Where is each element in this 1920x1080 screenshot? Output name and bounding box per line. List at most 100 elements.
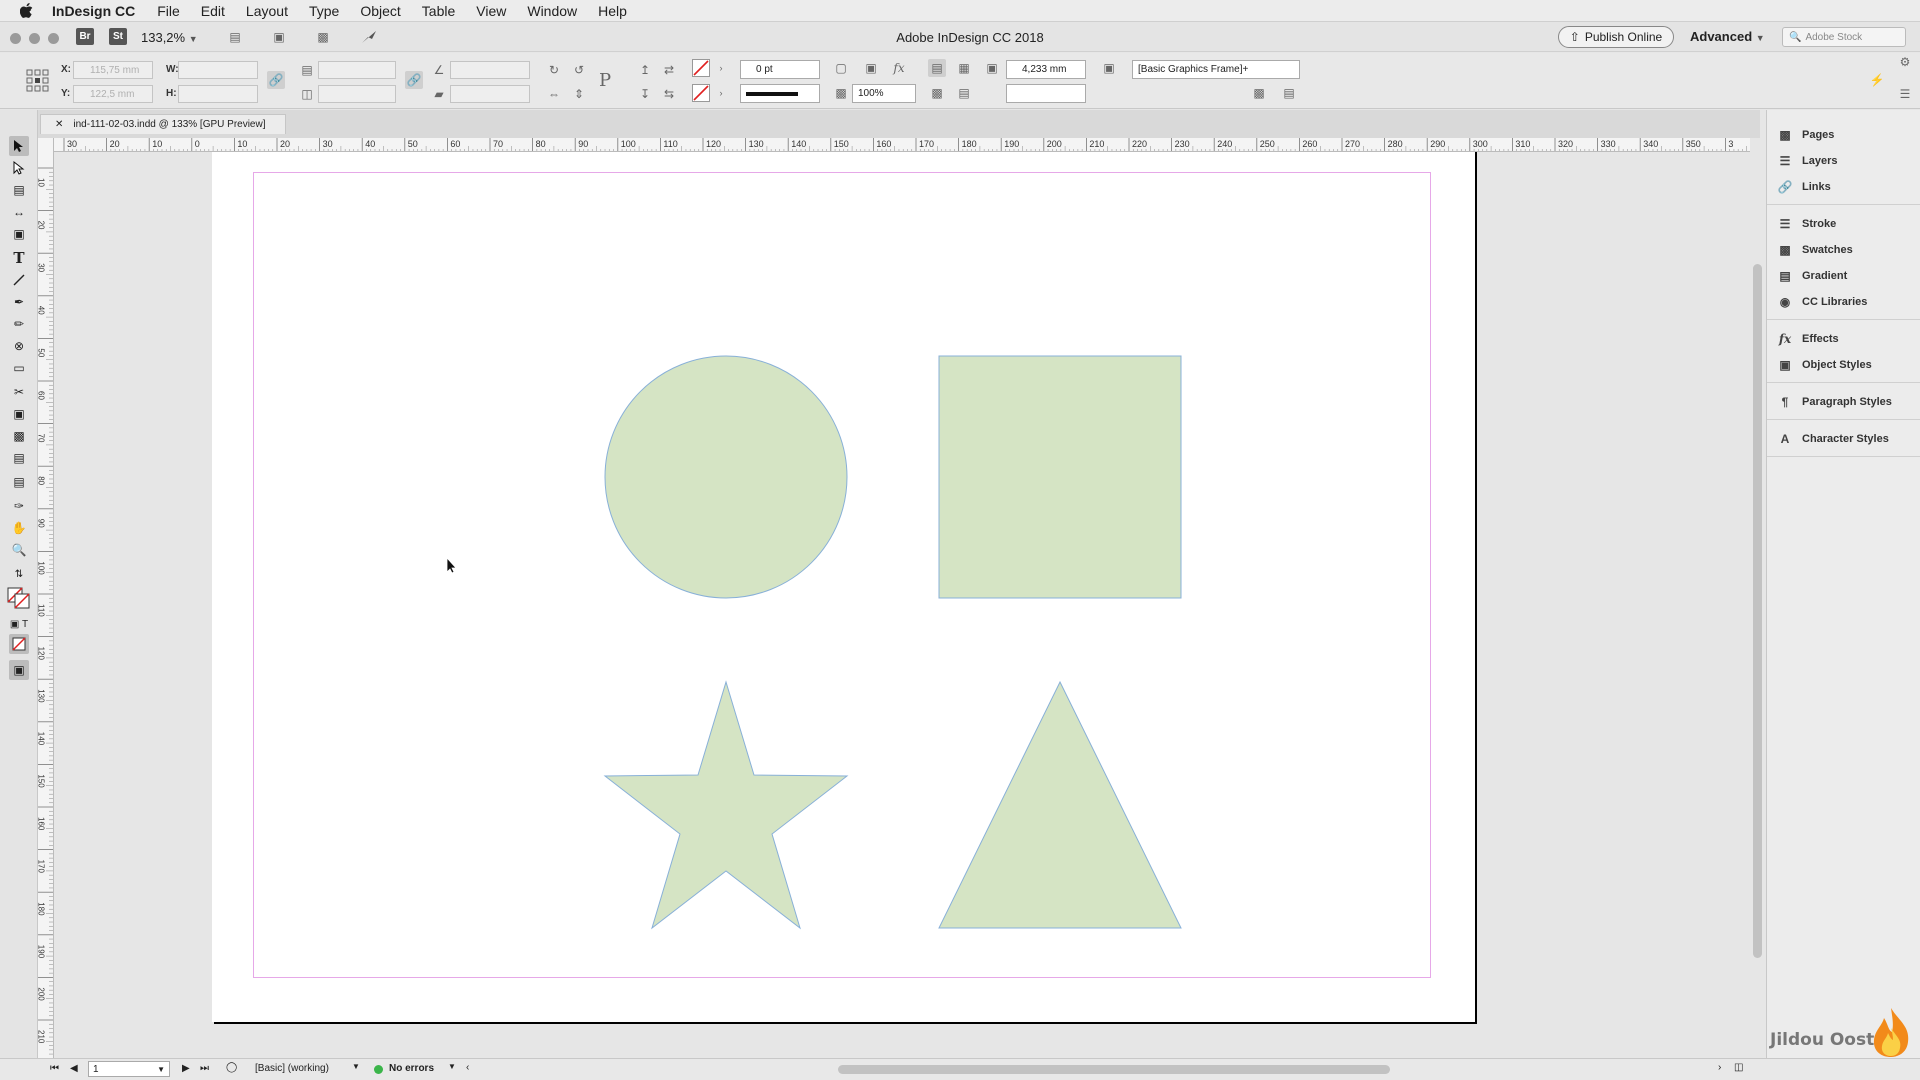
circle-shape[interactable] [604,355,848,599]
vertical-scrollbar[interactable] [1750,138,1766,1058]
panel-paragraph-styles[interactable]: ¶ Paragraph Styles [1767,389,1920,415]
panel-links[interactable]: 🔗 Links [1767,174,1920,200]
hand-tool-icon[interactable]: ✋ [9,518,29,538]
preflight-errors[interactable]: No errors [389,1063,434,1074]
app-menu[interactable]: InDesign CC [52,3,135,19]
menu-edit[interactable]: Edit [201,3,225,19]
menu-table[interactable]: Table [422,3,455,19]
vertical-ruler[interactable]: 10 20 30 40 50 60 70 80 90 100 110 120 130 140 150 160 1… [38,138,54,1058]
document-tab[interactable]: ✕ ind-111-02-03.indd @ 133% [GPU Preview… [40,114,286,134]
free-transform-tool-icon[interactable]: ▣ [9,404,29,424]
menu-help[interactable]: Help [598,3,627,19]
screen-mode-normal-icon[interactable]: ▣ [9,660,29,680]
panel-gradient[interactable]: ▤ Gradient [1767,263,1920,289]
corner-shape-select[interactable] [1006,84,1086,103]
publish-online-button[interactable]: ⇧ Publish Online [1558,26,1674,48]
page-tool-icon[interactable]: ▤ [9,180,29,200]
first-page-icon[interactable]: ⏮ [50,1063,59,1074]
zoom-tool-icon[interactable]: 🔍 [9,540,29,560]
eyedropper-tool-icon[interactable]: ✑ [9,496,29,516]
fill-stroke-none-icon[interactable] [6,586,32,610]
document-page[interactable] [212,152,1475,1022]
align-stroke-inside-icon[interactable]: ▦ [955,59,973,77]
opacity-field[interactable]: 100% [852,84,916,103]
gap-tool-icon[interactable]: ↔ [9,202,29,222]
panel-cc-libraries[interactable]: ◉ CC Libraries [1767,289,1920,315]
quick-apply-icon[interactable]: ▩ [1250,84,1268,102]
line-tool-icon[interactable] [9,270,29,290]
panel-pages[interactable]: ▩ Pages [1767,122,1920,148]
select-previous-icon[interactable]: ⇄ [660,61,678,79]
scissors-tool-icon[interactable]: ✂ [9,382,29,402]
align-stroke-center-icon[interactable]: ▤ [928,59,946,77]
pasteboard[interactable] [54,152,1750,1058]
menu-file[interactable]: File [157,3,180,19]
panel-menu-icon[interactable]: ☰ [1896,85,1914,103]
stroke-type-select[interactable] [740,84,820,103]
lightning-icon[interactable]: ⚡ [1868,71,1886,89]
gear-icon[interactable]: ⚙ [1896,53,1914,71]
star-shape[interactable] [603,680,849,930]
content-collector-icon[interactable]: ▣ [9,224,29,244]
scroll-right-icon[interactable]: › [1718,1062,1721,1073]
menu-layout[interactable]: Layout [246,3,288,19]
preflight-profile[interactable]: [Basic] (working) [255,1063,329,1074]
create-style-icon[interactable]: ▤ [1280,84,1298,102]
panel-swatches[interactable]: ▩ Swatches [1767,237,1920,263]
scale-x-field[interactable] [318,61,396,79]
select-content-icon[interactable]: ↧ [636,85,654,103]
panel-character-styles[interactable]: A Character Styles [1767,426,1920,452]
square-shape[interactable] [938,355,1182,599]
rectangle-tool-icon[interactable]: ▭ [9,358,29,378]
rotate-counterclockwise-icon[interactable]: ↺ [570,61,588,79]
scroll-left-icon[interactable]: ‹ [466,1062,469,1073]
corner-size-field[interactable]: 4,233 mm [1006,60,1086,79]
close-tab-icon[interactable]: ✕ [55,119,63,130]
paragraph-p-icon[interactable]: P [596,70,614,91]
flip-vertical-icon[interactable]: ⇕ [570,85,588,103]
apple-menu-icon[interactable] [18,3,34,19]
horizontal-ruler[interactable]: 30 20 10 0 10 20 30 40 50 60 70 80 90 100 110 120 130 140… [54,138,1750,152]
flip-horizontal-icon[interactable]: ⇔ [545,85,563,103]
auto-fit-icon[interactable]: ▤ [955,84,973,102]
stroke-menu-chevron-icon[interactable]: › [712,84,730,102]
width-field[interactable] [178,61,258,79]
shadow-frame-icon[interactable]: ▣ [862,59,880,77]
height-field[interactable] [178,85,258,103]
workspace-switcher[interactable]: Advanced ▼ [1690,29,1765,44]
selection-tool-icon[interactable] [9,136,29,156]
shear-field[interactable] [450,85,530,103]
fitting-icon[interactable]: ▣ [983,59,1001,77]
stroke-weight-field[interactable]: 0 pt [740,60,820,79]
type-tool-icon[interactable]: T [9,248,29,268]
panel-layers[interactable]: ☰ Layers [1767,148,1920,174]
reference-point-icon[interactable] [24,67,50,93]
panel-effects[interactable]: fx Effects [1767,326,1920,352]
constrain-proportions-icon[interactable]: 🔗 [267,71,285,89]
scale-y-field[interactable] [318,85,396,103]
x-position-field[interactable]: 115,75 mm [73,61,153,79]
open-page-icon[interactable]: ◯ [226,1062,237,1073]
vertical-scroll-thumb[interactable] [1753,264,1762,958]
effects-fx-icon[interactable]: fx [890,59,908,77]
triangle-shape[interactable] [938,680,1182,929]
menu-object[interactable]: Object [360,3,400,19]
constrain-scale-icon[interactable]: 🔗 [405,71,423,89]
default-colors-icon[interactable]: ⇅ [9,564,29,584]
drop-shadow-icon[interactable]: ▢ [832,59,850,77]
previous-page-icon[interactable]: ◀ [70,1063,78,1074]
split-layout-icon[interactable]: ◫ [1734,1062,1743,1073]
gradient-feather-tool-icon[interactable]: ▤ [9,448,29,468]
content-fitting-icon[interactable]: ▩ [928,84,946,102]
panel-stroke[interactable]: ☰ Stroke [1767,211,1920,237]
select-next-icon[interactable]: ⇆ [660,85,678,103]
ellipse-frame-tool-icon[interactable]: ⊗ [9,336,29,356]
direct-selection-tool-icon[interactable] [9,158,29,178]
fill-menu-chevron-icon[interactable]: › [712,59,730,77]
y-position-field[interactable]: 122,5 mm [73,85,153,103]
rotation-field[interactable] [450,61,530,79]
apply-none-icon[interactable] [9,634,29,654]
page-number-field[interactable]: 1 ▼ [88,1061,170,1077]
rotate-clockwise-icon[interactable]: ↻ [545,61,563,79]
object-style-select[interactable]: [Basic Graphics Frame]+ [1132,60,1300,79]
